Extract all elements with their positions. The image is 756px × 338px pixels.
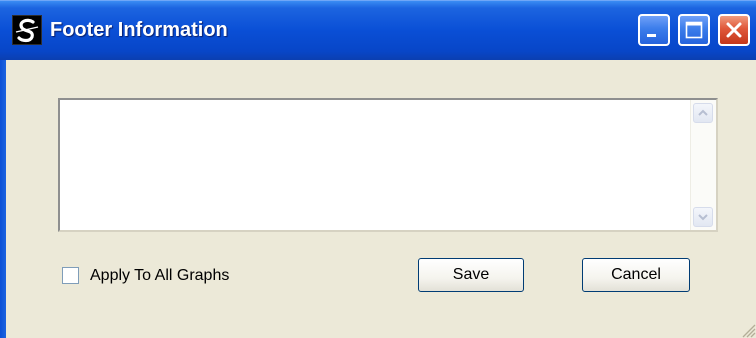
- maximize-button[interactable]: [678, 14, 710, 46]
- apply-all-checkbox[interactable]: [62, 267, 79, 284]
- chevron-up-icon: [698, 109, 708, 116]
- scroll-up-button[interactable]: [693, 103, 713, 123]
- minimize-icon: [647, 34, 656, 37]
- footer-information-dialog: Footer Information Apply To All Graphs S…: [0, 0, 756, 338]
- footer-text-content[interactable]: [60, 100, 690, 230]
- title-bar[interactable]: Footer Information: [0, 0, 756, 60]
- resize-grip-icon[interactable]: [738, 320, 756, 338]
- window-frame-left: [0, 60, 6, 338]
- apply-all-label[interactable]: Apply To All Graphs: [90, 264, 229, 288]
- save-button[interactable]: Save: [418, 258, 524, 292]
- close-icon: [726, 22, 742, 38]
- close-button[interactable]: [718, 14, 750, 46]
- minimize-button[interactable]: [638, 14, 670, 46]
- cancel-button[interactable]: Cancel: [582, 258, 690, 292]
- chevron-down-icon: [698, 214, 708, 221]
- vertical-scrollbar[interactable]: [690, 100, 716, 230]
- footer-text-field[interactable]: [58, 98, 718, 232]
- maximize-icon: [685, 21, 703, 39]
- window-title: Footer Information: [50, 19, 228, 41]
- app-logo-icon: [12, 15, 42, 45]
- scroll-down-button[interactable]: [693, 207, 713, 227]
